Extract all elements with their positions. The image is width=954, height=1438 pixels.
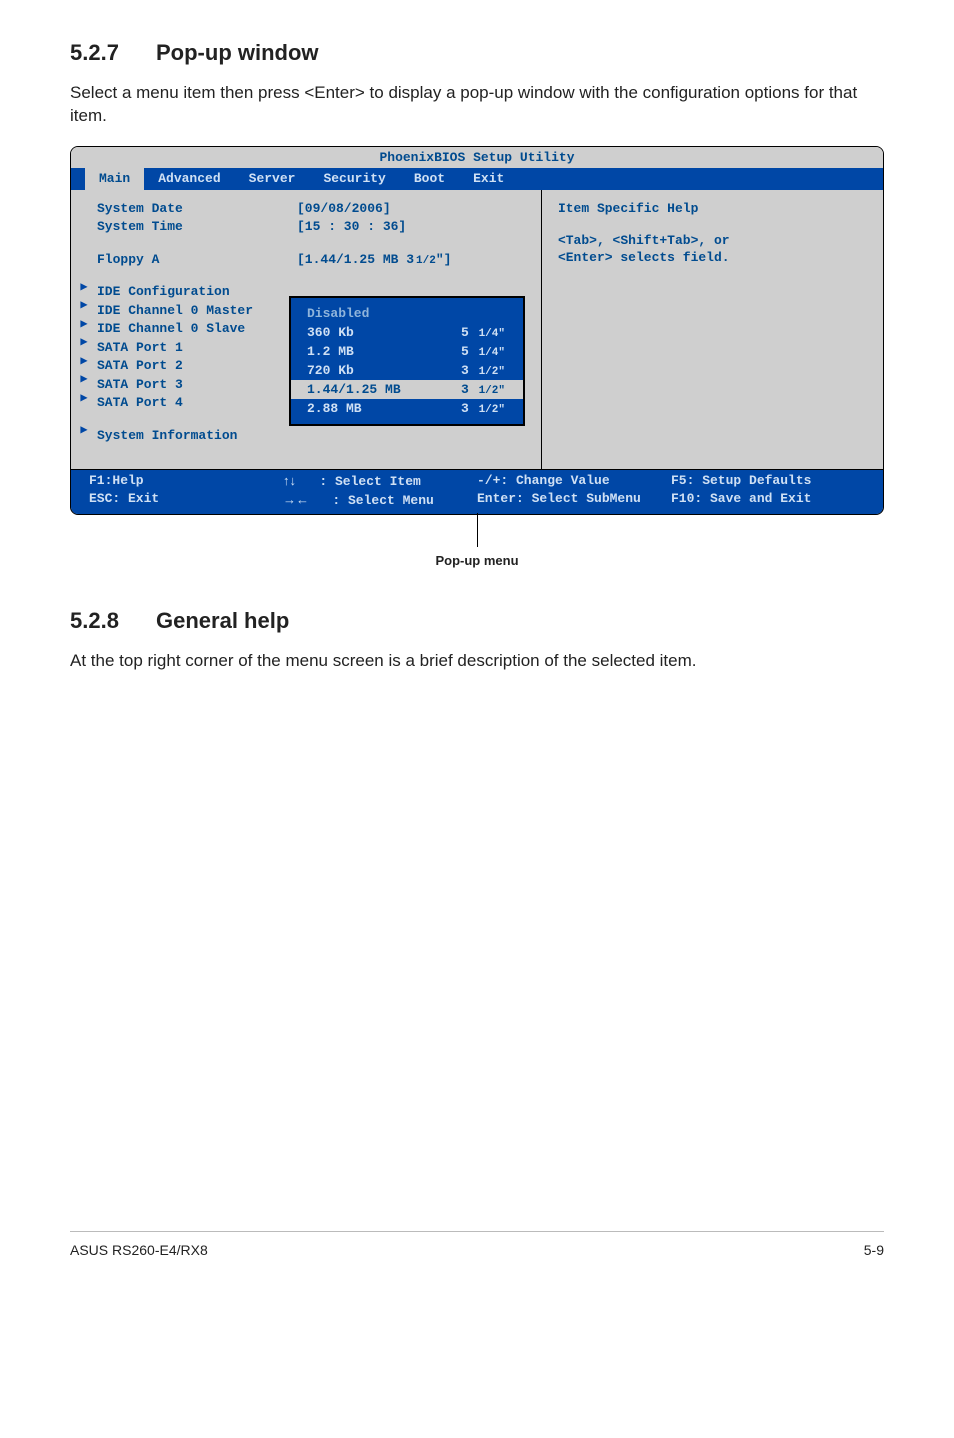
- tab-security[interactable]: Security: [309, 168, 399, 190]
- section-5-2-7-heading: 5.2.7Pop-up window: [70, 40, 884, 66]
- popup-option-1-2mb[interactable]: 1.2 MB5 1/4": [291, 342, 523, 361]
- section-5-2-8-heading: 5.2.8General help: [70, 608, 884, 634]
- tab-main[interactable]: Main: [85, 168, 144, 190]
- footer-col-1: F1:Help ESC: Exit: [89, 472, 283, 509]
- section-5-2-7-title: Pop-up window: [156, 40, 319, 65]
- bios-window: PhoenixBIOS Setup Utility Main Advanced …: [70, 146, 884, 515]
- help-line-1: <Tab>, <Shift+Tab>, or: [558, 232, 867, 250]
- triangle-icon: ▶: [71, 278, 97, 297]
- section-5-2-7-number: 5.2.7: [70, 40, 156, 66]
- section-5-2-8-number: 5.2.8: [70, 608, 156, 634]
- popup-option-360kb[interactable]: 360 Kb5 1/4": [291, 323, 523, 342]
- help-title: Item Specific Help: [558, 200, 867, 218]
- popup-menu: Disabled 360 Kb5 1/4" 1.2 MB5 1/4" 720 K…: [289, 296, 525, 426]
- pointer-line-icon: [477, 513, 478, 547]
- triangle-icon: ▶: [71, 315, 97, 334]
- updown-arrows-icon: ↑↓: [283, 473, 296, 488]
- triangle-icon: ▶: [71, 333, 97, 352]
- section-5-2-8-text: At the top right corner of the menu scre…: [70, 650, 884, 673]
- bios-footer: F1:Help ESC: Exit ↑↓ : Select Item →← : …: [71, 469, 883, 513]
- popup-option-1-44mb[interactable]: 1.44/1.25 MB3 1/2": [291, 380, 523, 399]
- popup-pointer-label: Pop-up menu: [70, 553, 884, 568]
- section-5-2-7-text: Select a menu item then press <Enter> to…: [70, 82, 884, 128]
- tab-server[interactable]: Server: [235, 168, 310, 190]
- floppy-a-row[interactable]: Floppy A [1.44/1.25 MB 31/2"]: [97, 251, 529, 270]
- triangle-icon: ▶: [71, 296, 97, 315]
- system-date-label: System Date: [97, 200, 297, 219]
- popup-option-disabled[interactable]: Disabled: [291, 304, 523, 323]
- footer-col-4: F5: Setup Defaults F10: Save and Exit: [671, 472, 865, 509]
- bios-help-pane: Item Specific Help <Tab>, <Shift+Tab>, o…: [542, 190, 883, 470]
- tab-boot[interactable]: Boot: [400, 168, 459, 190]
- system-time-value: [15 : 30 : 36]: [297, 218, 406, 237]
- popup-pointer: Pop-up menu: [70, 513, 884, 568]
- triangle-icon: ▶: [71, 389, 97, 408]
- bios-menubar: Main Advanced Server Security Boot Exit: [71, 168, 883, 190]
- floppy-a-value: [1.44/1.25 MB 31/2"]: [297, 251, 451, 270]
- footer-col-2: ↑↓ : Select Item →← : Select Menu: [283, 472, 477, 509]
- popup-option-2-88mb[interactable]: 2.88 MB3 1/2": [291, 399, 523, 418]
- tab-exit[interactable]: Exit: [459, 168, 518, 190]
- triangle-icon: ▶: [71, 421, 97, 440]
- system-time-label: System Time: [97, 218, 297, 237]
- page-footer-left: ASUS RS260-E4/RX8: [70, 1242, 208, 1258]
- system-time-row[interactable]: System Time [15 : 30 : 36]: [97, 218, 529, 237]
- leftright-arrows-icon: →←: [283, 492, 309, 507]
- section-5-2-8-title: General help: [156, 608, 289, 633]
- page-footer: ASUS RS260-E4/RX8 5-9: [70, 1231, 884, 1258]
- triangle-icon: ▶: [71, 370, 97, 389]
- footer-col-3: -/+: Change Value Enter: Select SubMenu: [477, 472, 671, 509]
- page-footer-right: 5-9: [864, 1242, 884, 1258]
- bios-left-pane: ▶ ▶ ▶ ▶ ▶ ▶ ▶ ▶ System Date [09/08/2006]: [71, 190, 542, 470]
- system-date-row[interactable]: System Date [09/08/2006]: [97, 200, 529, 219]
- triangle-icon: ▶: [71, 352, 97, 371]
- system-date-value: [09/08/2006]: [297, 200, 391, 219]
- tab-advanced[interactable]: Advanced: [144, 168, 234, 190]
- help-line-2: <Enter> selects field.: [558, 249, 867, 267]
- item-system-information[interactable]: System Information: [97, 427, 529, 446]
- bios-title: PhoenixBIOS Setup Utility: [71, 147, 883, 169]
- floppy-a-label: Floppy A: [97, 251, 297, 270]
- popup-option-720kb[interactable]: 720 Kb3 1/2": [291, 361, 523, 380]
- submenu-indicator-gutter: ▶ ▶ ▶ ▶ ▶ ▶ ▶ ▶: [71, 200, 97, 446]
